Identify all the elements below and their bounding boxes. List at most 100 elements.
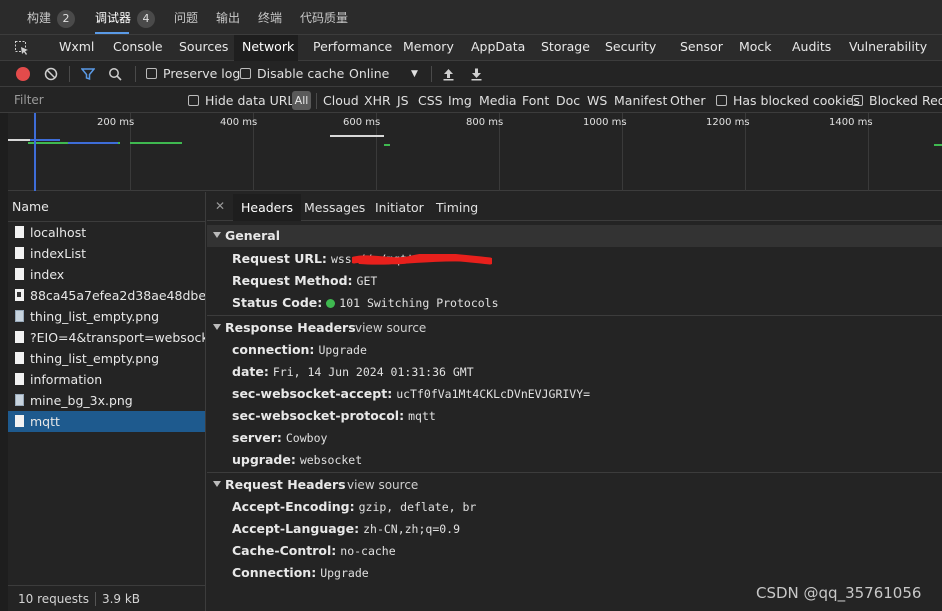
export-har-icon[interactable] (470, 67, 483, 84)
record-icon[interactable] (16, 67, 30, 81)
toolbar-divider (431, 66, 432, 82)
tab-performance[interactable]: Performance (305, 35, 400, 61)
tab-output[interactable]: 输出 (216, 8, 240, 28)
request-row-selected[interactable]: mqtt (8, 411, 205, 432)
image-file-icon (15, 310, 24, 322)
tab-network[interactable]: Network (234, 35, 298, 61)
blocked-requests-checkbox[interactable]: Blocked Requ (852, 88, 942, 113)
header-row: Connection: Upgrade (232, 565, 369, 580)
tab-memory[interactable]: Memory (395, 35, 462, 61)
tab-headers[interactable]: Headers (233, 194, 302, 221)
filter-type-img[interactable]: Img (448, 88, 472, 113)
name-column-header[interactable]: Name (8, 192, 205, 222)
disable-cache-checkbox[interactable]: Disable cache (240, 61, 344, 87)
filter-icon[interactable] (80, 67, 96, 84)
tab-security[interactable]: Security (597, 35, 664, 61)
tab-console[interactable]: Console (105, 35, 171, 61)
tab-audits[interactable]: Audits (784, 35, 839, 61)
hide-data-urls-checkbox[interactable]: Hide data URLs (188, 88, 301, 113)
has-blocked-cookies-checkbox[interactable]: Has blocked cookies (716, 88, 860, 113)
checkbox-box (146, 68, 157, 79)
request-row[interactable]: thing_list_empty.png (8, 306, 205, 327)
header-row: sec-websocket-protocol: mqtt (232, 408, 436, 423)
request-row[interactable]: 88ca45a7efea2d38ae48dbef1... (8, 285, 205, 306)
tab-mock[interactable]: Mock (731, 35, 780, 61)
filter-type-css[interactable]: CSS (418, 88, 443, 113)
tab-timing[interactable]: Timing (428, 194, 486, 221)
request-row[interactable]: localhost (8, 222, 205, 243)
timeline-tick-label: 200 ms (97, 117, 135, 128)
timeline-tick-label: 1200 ms (706, 117, 750, 128)
view-source-link[interactable]: view source (347, 474, 418, 496)
timeline-cursor[interactable] (34, 113, 36, 191)
header-row: server: Cowboy (232, 430, 328, 445)
tab-terminal[interactable]: 终端 (258, 8, 282, 28)
header-row: upgrade: websocket (232, 452, 363, 467)
tab-sources[interactable]: Sources (171, 35, 236, 61)
filter-type-xhr[interactable]: XHR (364, 88, 391, 113)
checkbox-box (188, 95, 199, 106)
filter-type-ws[interactable]: WS (587, 88, 607, 113)
request-row[interactable]: information (8, 369, 205, 390)
document-icon (15, 352, 24, 364)
throttling-select[interactable]: Online ▼ (349, 61, 421, 87)
clear-icon[interactable] (44, 67, 58, 84)
request-row[interactable]: thing_list_empty.png (8, 348, 205, 369)
checkbox-box (716, 95, 727, 106)
request-headers-section-header[interactable]: Request Headers view source (207, 474, 942, 496)
general-section-header[interactable]: General (207, 225, 942, 247)
watermark: CSDN @qq_35761056 (756, 584, 922, 602)
timeline-tick-label: 1000 ms (583, 117, 627, 128)
script-icon (15, 289, 24, 301)
document-icon (15, 268, 24, 280)
toolbar-divider (69, 66, 70, 82)
tab-storage[interactable]: Storage (533, 35, 598, 61)
search-icon[interactable] (108, 67, 122, 84)
network-toolbar: Preserve log Disable cache Online ▼ (0, 61, 942, 87)
filter-type-media[interactable]: Media (479, 88, 517, 113)
header-row: Request Method: GET (232, 273, 378, 288)
section-divider (207, 472, 942, 473)
filter-type-font[interactable]: Font (522, 88, 549, 113)
tab-debugger[interactable]: 调试器 4 (95, 8, 156, 34)
status-ok-icon (326, 299, 336, 308)
request-row[interactable]: ?EIO=4&transport=websocket (8, 327, 205, 348)
detail-tabs: ✕ Headers Messages Initiator Timing (207, 192, 942, 221)
import-har-icon[interactable] (442, 67, 455, 84)
filter-type-cloud[interactable]: Cloud (323, 88, 359, 113)
filter-type-doc[interactable]: Doc (556, 88, 580, 113)
response-headers-section-header[interactable]: Response Headers view source (207, 317, 942, 339)
tab-appdata[interactable]: AppData (463, 35, 533, 61)
document-icon (15, 226, 24, 238)
redaction-scribble (352, 254, 492, 265)
preserve-log-checkbox[interactable]: Preserve log (146, 61, 240, 87)
tab-sensor[interactable]: Sensor (672, 35, 731, 61)
inspect-element-icon[interactable] (14, 40, 30, 59)
filter-type-js[interactable]: JS (397, 88, 409, 113)
close-icon[interactable]: ✕ (215, 199, 225, 213)
filter-input[interactable]: Filter (8, 91, 178, 110)
request-row[interactable]: mine_bg_3x.png (8, 390, 205, 411)
request-row[interactable]: indexList (8, 243, 205, 264)
debugger-count-badge: 4 (137, 10, 156, 28)
filter-type-manifest[interactable]: Manifest (614, 88, 667, 113)
filter-all-button[interactable]: All (292, 91, 311, 110)
network-overview-timeline[interactable]: 200 ms 400 ms 600 ms 800 ms 1000 ms 1200… (8, 113, 942, 191)
tab-vulnerability[interactable]: Vulnerability (841, 35, 935, 61)
tab-problems[interactable]: 问题 (174, 8, 198, 28)
timeline-bar (68, 142, 118, 144)
request-row[interactable]: index (8, 264, 205, 285)
document-icon (15, 373, 24, 385)
tab-messages[interactable]: Messages (296, 194, 373, 221)
tab-initiator[interactable]: Initiator (367, 194, 432, 221)
filter-type-other[interactable]: Other (670, 88, 706, 113)
tab-wxml[interactable]: Wxml (51, 35, 102, 61)
view-source-link[interactable]: view source (355, 317, 426, 339)
timeline-tick-label: 1400 ms (829, 117, 873, 128)
timeline-tick-label: 600 ms (343, 117, 381, 128)
tab-build[interactable]: 构建 2 (27, 8, 76, 28)
request-detail-pane: ✕ Headers Messages Initiator Timing Gene… (207, 192, 942, 611)
tab-code-quality[interactable]: 代码质量 (300, 8, 348, 28)
footer-divider (94, 592, 96, 606)
timeline-bar (330, 135, 384, 137)
